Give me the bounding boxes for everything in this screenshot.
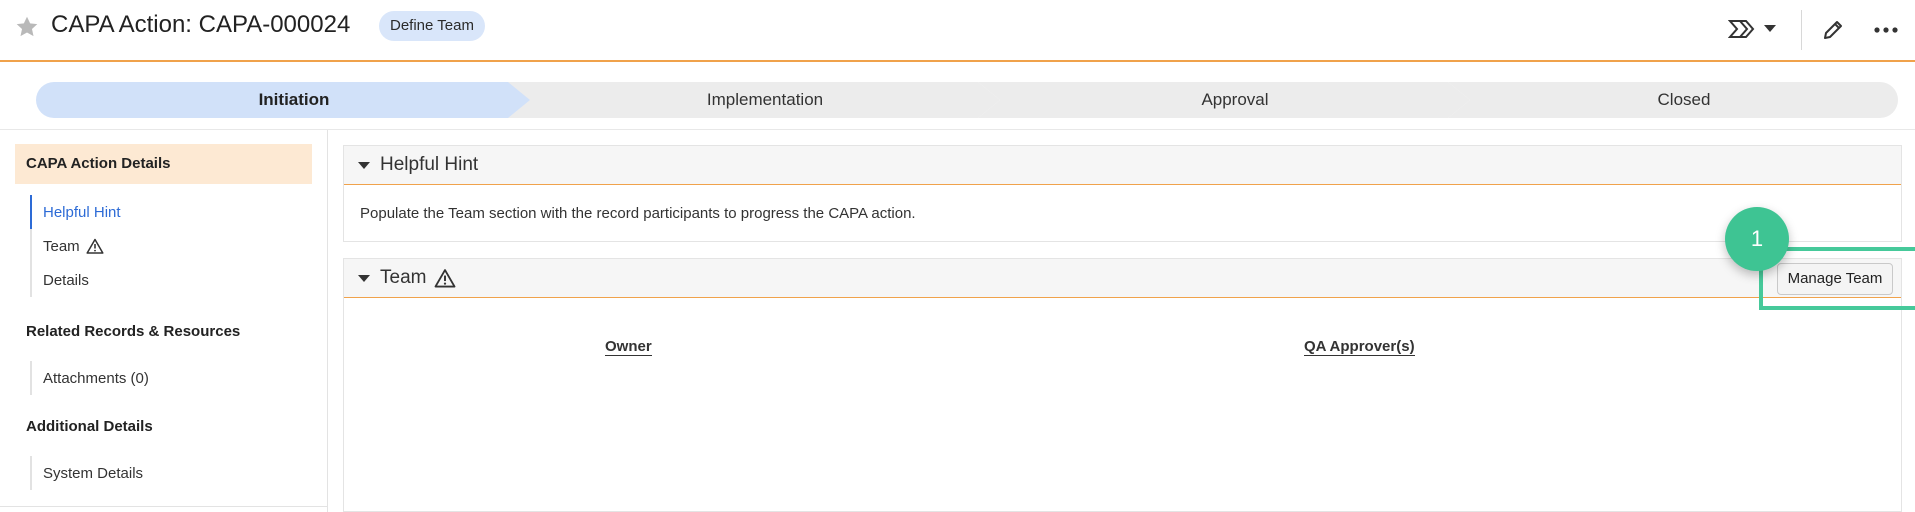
stage-implementation[interactable]: Implementation	[508, 82, 1000, 118]
team-header[interactable]: Team	[344, 258, 1901, 298]
sidebar-nav: CAPA Action Details Helpful Hint Team De…	[0, 130, 328, 512]
sidebar-heading-related: Related Records & Resources	[26, 323, 241, 340]
helpful-hint-text: Populate the Team section with the recor…	[360, 205, 916, 222]
stage-initiation[interactable]: Initiation	[36, 82, 552, 118]
sidebar-section-capa-action-details[interactable]: CAPA Action Details	[15, 144, 312, 184]
section-title: Helpful Hint	[380, 154, 479, 175]
column-header-owner[interactable]: Owner	[605, 338, 652, 356]
sidebar-item-label: Attachments (0)	[43, 369, 149, 387]
section-title: Team	[380, 267, 427, 288]
sidebar-item-helpful-hint[interactable]: Helpful Hint	[30, 195, 121, 229]
sidebar-item-label: Team	[43, 237, 80, 255]
edit-button[interactable]	[1815, 12, 1851, 48]
stage-approval[interactable]: Approval	[978, 82, 1470, 118]
sidebar-group-related: Attachments (0)	[30, 361, 149, 395]
caret-down-icon	[358, 161, 370, 169]
workflow-icon	[1728, 20, 1755, 38]
sidebar-item-team[interactable]: Team	[32, 229, 121, 263]
team-title-wrap: Team	[380, 267, 456, 289]
more-actions-button[interactable]	[1868, 12, 1904, 48]
pencil-icon	[1824, 21, 1842, 39]
caret-down-icon	[1764, 25, 1776, 32]
warning-icon	[435, 269, 456, 288]
stage-closed[interactable]: Closed	[1448, 82, 1898, 118]
column-header-qa-approvers[interactable]: QA Approver(s)	[1304, 338, 1415, 356]
caret-down-icon	[358, 274, 370, 282]
workflow-actions-button[interactable]	[1728, 12, 1784, 46]
warning-icon	[86, 238, 104, 254]
sidebar-item-label: Details	[43, 271, 89, 289]
sidebar-group-additional: System Details	[30, 456, 143, 490]
sidebar-item-label: System Details	[43, 464, 144, 482]
more-icon	[1874, 27, 1898, 33]
step-marker: 1	[1725, 207, 1789, 271]
star-icon[interactable]	[14, 14, 40, 40]
page-title: CAPA Action: CAPA-000024	[51, 11, 351, 38]
sidebar-item-attachments[interactable]: Attachments (0)	[32, 361, 149, 395]
sidebar-item-label: Helpful Hint	[43, 203, 121, 221]
sidebar-heading-additional: Additional Details	[26, 418, 153, 435]
status-badge: Define Team	[379, 11, 485, 41]
sidebar-bottom-border	[0, 506, 328, 507]
team-panel: Team	[343, 258, 1902, 512]
helpful-hint-panel: Helpful Hint Populate the Team section w…	[343, 145, 1902, 242]
sidebar-group-details: Helpful Hint Team Details	[30, 195, 121, 297]
sidebar-item-system-details[interactable]: System Details	[32, 456, 143, 490]
sidebar-item-details[interactable]: Details	[32, 263, 121, 297]
helpful-hint-header[interactable]: Helpful Hint	[344, 145, 1901, 185]
lifecycle-stage-bar: Initiation Implementation Approval Close…	[36, 82, 1898, 118]
record-header: CAPA Action: CAPA-000024 Define Team	[0, 0, 1915, 62]
header-divider	[1801, 10, 1802, 50]
